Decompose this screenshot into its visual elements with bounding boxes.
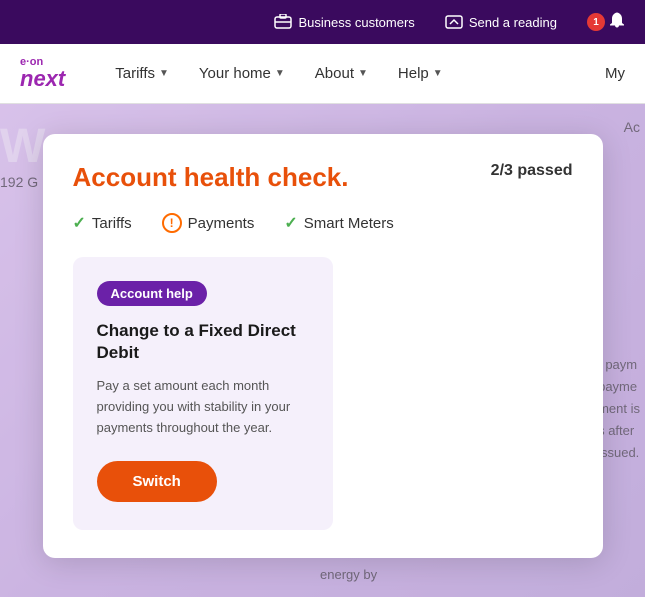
account-help-badge: Account help bbox=[97, 281, 207, 306]
send-reading-label: Send a reading bbox=[469, 15, 557, 30]
tariffs-check-label: Tariffs bbox=[92, 215, 132, 232]
help-chevron-icon: ▼ bbox=[433, 68, 443, 79]
smart-meters-check-icon: ✓ bbox=[284, 213, 297, 233]
modal-overlay: Account health check. 2/3 passed ✓ Tarif… bbox=[0, 104, 645, 597]
recommendation-card: Account help Change to a Fixed Direct De… bbox=[73, 257, 333, 530]
health-check-modal: Account health check. 2/3 passed ✓ Tarif… bbox=[43, 134, 603, 558]
help-label: Help bbox=[398, 65, 429, 82]
notification-badge[interactable]: 1 bbox=[587, 13, 605, 31]
notification-count: 1 bbox=[593, 17, 599, 28]
nav-tariffs[interactable]: Tariffs ▼ bbox=[115, 65, 169, 82]
meter-icon bbox=[445, 13, 463, 31]
nav-about[interactable]: About ▼ bbox=[315, 65, 368, 82]
smart-meters-check-label: Smart Meters bbox=[304, 215, 394, 232]
modal-header: Account health check. 2/3 passed bbox=[73, 162, 573, 193]
nav-my[interactable]: My bbox=[605, 65, 625, 82]
check-tariffs: ✓ Tariffs bbox=[73, 213, 132, 233]
about-label: About bbox=[315, 65, 354, 82]
nav-help[interactable]: Help ▼ bbox=[398, 65, 443, 82]
modal-passed: 2/3 passed bbox=[491, 162, 573, 180]
nav-your-home[interactable]: Your home ▼ bbox=[199, 65, 285, 82]
tariffs-check-icon: ✓ bbox=[73, 213, 86, 233]
tariffs-label: Tariffs bbox=[115, 65, 155, 82]
switch-button[interactable]: Switch bbox=[97, 461, 217, 502]
logo-next-text: next bbox=[20, 68, 65, 90]
payments-check-label: Payments bbox=[188, 215, 255, 232]
your-home-label: Your home bbox=[199, 65, 271, 82]
modal-title: Account health check. bbox=[73, 162, 349, 193]
notification-wrapper[interactable]: 1 bbox=[587, 11, 625, 34]
business-customers-label: Business customers bbox=[298, 15, 414, 30]
your-home-chevron-icon: ▼ bbox=[275, 68, 285, 79]
send-reading-link[interactable]: Send a reading bbox=[445, 13, 557, 31]
check-items-row: ✓ Tariffs ! Payments ✓ Smart Meters bbox=[73, 213, 573, 233]
bell-icon bbox=[609, 11, 625, 34]
check-payments: ! Payments bbox=[162, 213, 255, 233]
business-customers-link[interactable]: Business customers bbox=[274, 13, 414, 31]
payments-warning-icon: ! bbox=[162, 213, 182, 233]
my-label: My bbox=[605, 65, 625, 82]
top-utility-bar: Business customers Send a reading 1 bbox=[0, 0, 645, 44]
check-smart-meters: ✓ Smart Meters bbox=[284, 213, 393, 233]
about-chevron-icon: ▼ bbox=[358, 68, 368, 79]
briefcase-icon bbox=[274, 13, 292, 31]
inner-card-body: Pay a set amount each month providing yo… bbox=[97, 376, 309, 438]
main-navigation: e·on next Tariffs ▼ Your home ▼ About ▼ … bbox=[0, 44, 645, 104]
tariffs-chevron-icon: ▼ bbox=[159, 68, 169, 79]
eon-next-logo[interactable]: e·on next bbox=[20, 57, 65, 90]
inner-card-title: Change to a Fixed Direct Debit bbox=[97, 320, 309, 364]
